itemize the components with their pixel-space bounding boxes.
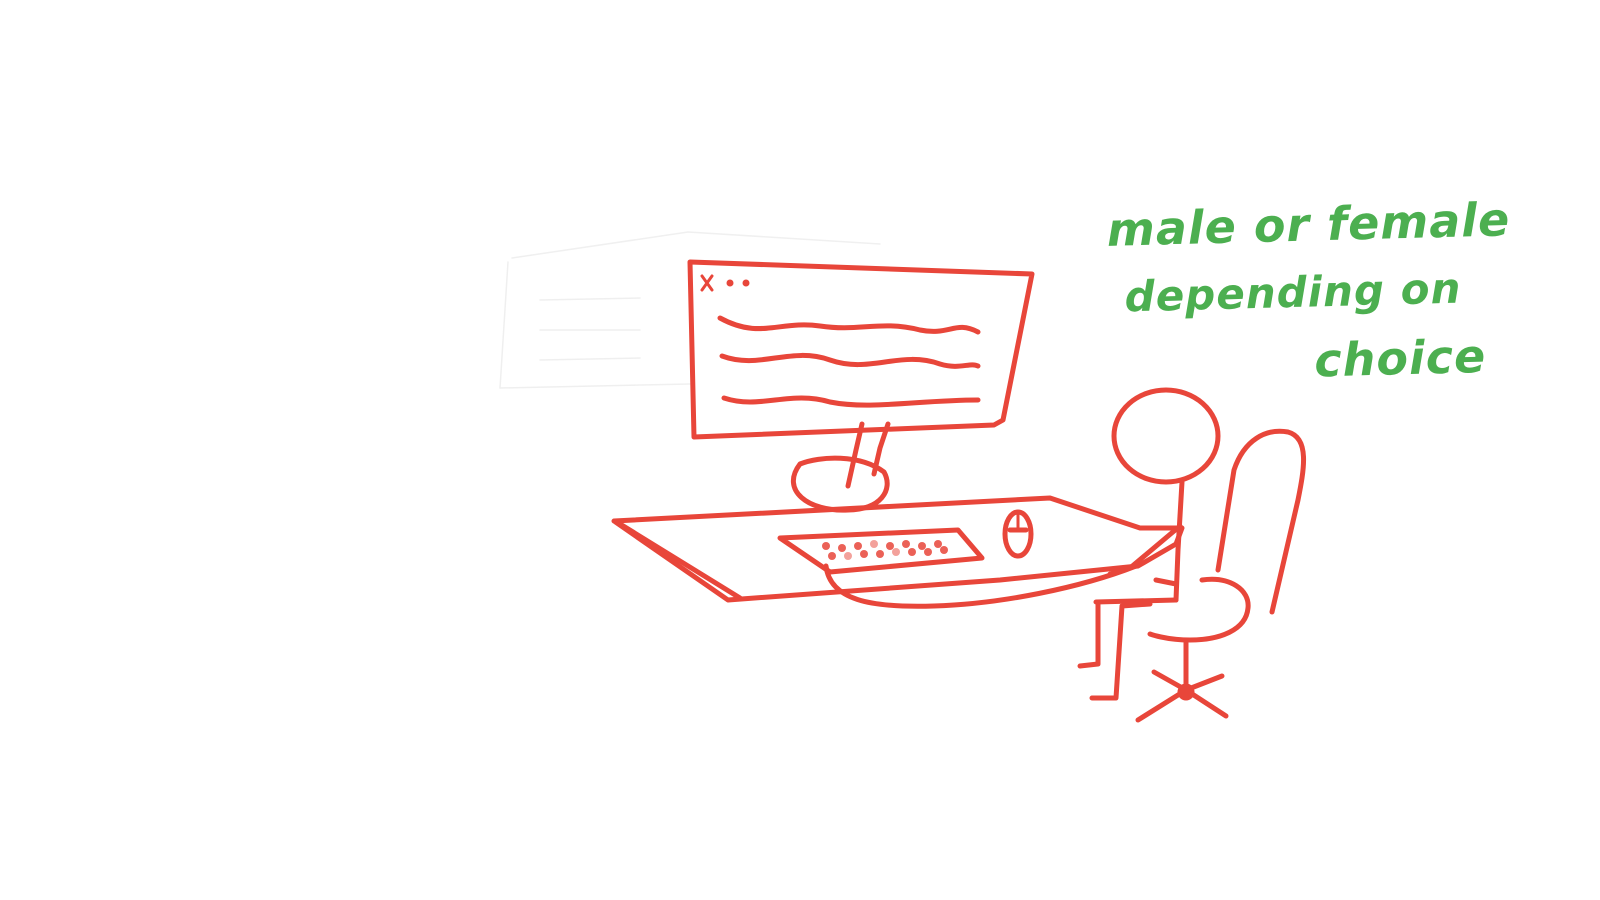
person-thigh [1093, 597, 1179, 605]
person-head [1111, 387, 1221, 485]
chair-seat [1147, 576, 1251, 643]
mouse-icon [1002, 509, 1034, 559]
monitor-stand-neck [845, 421, 865, 489]
monitor-stand-base [791, 455, 890, 513]
monitor-wave-line-3 [721, 395, 981, 408]
window-dots-icon [700, 274, 750, 292]
desk-edge [617, 521, 743, 601]
note-line-1: male or female [1106, 192, 1511, 257]
sketch-canvas: male or female depending on choice [0, 0, 1600, 900]
note-line-3: choice [1313, 328, 1487, 388]
monitor-icon [687, 259, 1035, 513]
person-lower-leg [1077, 599, 1101, 669]
monitor-wave-line-2 [719, 352, 981, 369]
office-chair-icon [1135, 428, 1306, 723]
monitor-wave-line-1 [717, 315, 981, 335]
note-line-2: depending on [1124, 263, 1462, 322]
workstation-sketch [499, 231, 1306, 723]
stick-figure-icon [1077, 387, 1221, 701]
monitor-screen-frame [687, 259, 1035, 440]
handwritten-note: male or female depending on choice [1100, 183, 1585, 399]
keyboard-icon [777, 527, 985, 575]
